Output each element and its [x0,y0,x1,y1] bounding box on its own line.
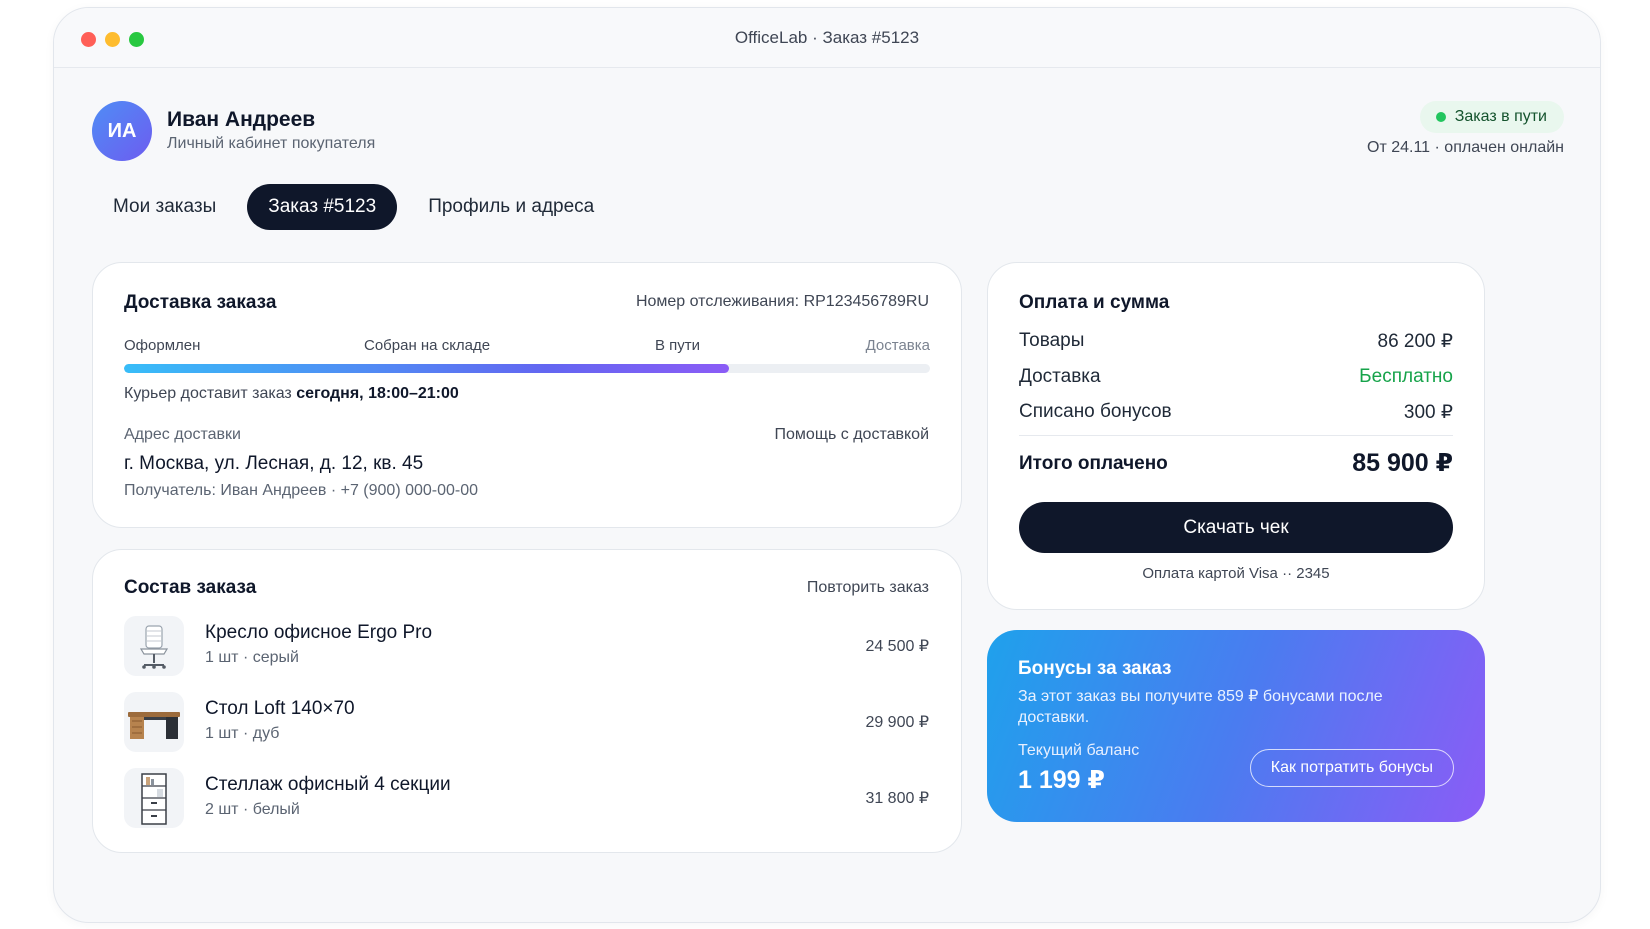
total-label: Итого оплачено [1019,453,1168,474]
item-details: 1 шт · серый [205,649,299,666]
item-name: Стеллаж офисный 4 секции [205,774,451,795]
bonus-title: Бонусы за заказ [1018,658,1172,679]
payment-title: Оплата и сумма [1019,292,1170,313]
tracking-number: Номер отслеживания: RP123456789RU [635,293,929,310]
delivery-card: Доставка заказа Номер отслеживания: RP12… [92,262,962,528]
total-value: 85 900 ₽ [1352,449,1453,477]
list-item[interactable]: Стол Loft 140×70 1 шт · дуб 29 900 ₽ [124,692,929,752]
payment-row-value: Бесплатно [1359,366,1453,387]
delivery-help-link[interactable]: Помощь с доставкой [775,426,929,444]
item-name: Кресло офисное Ergo Pro [205,622,433,643]
order-items-card: Состав заказа Повторить заказ Кресло офи… [92,549,962,853]
office-chair-icon [124,616,184,676]
payment-row-bonuses: Списано бонусов 300 ₽ [1019,401,1453,427]
avatar: ИА [92,101,152,161]
payment-row-value: 86 200 ₽ [1377,331,1453,352]
bonus-balance-label: Текущий баланс [1018,742,1140,759]
step-created: Оформлен [124,337,201,354]
user-subtitle: Личный кабинет покупателя [167,135,376,152]
payment-card-info: Оплата картой Visa ·· 2345 [1142,565,1330,582]
item-name: Стол Loft 140×70 [205,698,355,719]
list-item[interactable]: Кресло офисное Ergo Pro 1 шт · серый 24 … [124,616,929,676]
delivery-eta: Курьер доставит заказ сегодня, 18:00–21:… [124,385,459,403]
address-label: Адрес доставки [124,426,241,443]
item-details: 2 шт · белый [205,801,300,818]
tab-profile[interactable]: Профиль и адреса [407,184,615,230]
payment-row-label: Товары [1019,330,1085,351]
step-assembled: Собран на складе [364,337,491,354]
tab-my-orders[interactable]: Мои заказы [92,184,237,230]
payment-row-goods: Товары 86 200 ₽ [1019,330,1453,356]
tab-bar: Мои заказы Заказ #5123 Профиль и адреса [92,184,625,230]
delivery-address: г. Москва, ул. Лесная, д. 12, кв. 45 [124,453,424,474]
step-delivered: Доставка [865,337,930,354]
delivery-steps: Оформлен Собран на складе В пути Доставк… [124,337,930,357]
delivery-progress-bar [124,364,930,373]
payment-card: Оплата и сумма Товары 86 200 ₽ Доставка … [987,262,1485,610]
shelving-icon [124,768,184,828]
status-dot-icon [1435,112,1446,122]
repeat-order-link[interactable]: Повторить заказ [807,579,929,597]
window-title: OfficeLab · Заказ #5123 [734,28,920,47]
status-badge-label: Заказ в пути [1454,108,1547,125]
recipient-info: Получатель: Иван Андреев · +7 (900) 000-… [124,482,479,499]
list-item[interactable]: Стеллаж офисный 4 секции 2 шт · белый 31… [124,768,929,828]
bonus-description: За этот заказ вы получите 859 ₽ бонусами… [1018,688,1383,726]
payment-row-delivery: Доставка Бесплатно [1019,366,1453,392]
payment-divider [1019,435,1453,436]
order-meta: От 24.11 · оплачен онлайн [1367,139,1564,156]
status-badge: Заказ в пути [1419,101,1564,133]
item-price: 24 500 ₽ [865,638,929,655]
delivery-progress-fill [124,364,729,373]
user-name: Иван Андреев [167,108,316,131]
bonus-balance: 1 199 ₽ [1018,766,1105,794]
items-title: Состав заказа [124,577,257,598]
how-to-spend-bonuses-button[interactable]: Как потратить бонусы [1249,749,1454,787]
item-price: 29 900 ₽ [865,714,929,731]
eta-prefix: Курьер доставит заказ [124,385,292,402]
item-price: 31 800 ₽ [865,790,929,807]
app-window: OfficeLab · Заказ #5123 ИА Иван Андреев … [53,7,1601,923]
download-receipt-button[interactable]: Скачать чек [1019,502,1453,553]
step-in-transit: В пути [655,337,701,354]
desk-icon [124,692,184,752]
item-details: 1 шт · дуб [205,725,280,742]
payment-row-label: Списано бонусов [1019,401,1172,422]
delivery-title: Доставка заказа [124,292,277,313]
tab-order[interactable]: Заказ #5123 [247,184,398,230]
eta-value: сегодня, 18:00–21:00 [296,385,459,402]
bonus-card: Бонусы за заказ За этот заказ вы получит… [987,630,1485,822]
payment-row-label: Доставка [1019,366,1101,387]
payment-row-value: 300 ₽ [1403,402,1453,423]
title-bar: OfficeLab · Заказ #5123 [54,8,1600,68]
